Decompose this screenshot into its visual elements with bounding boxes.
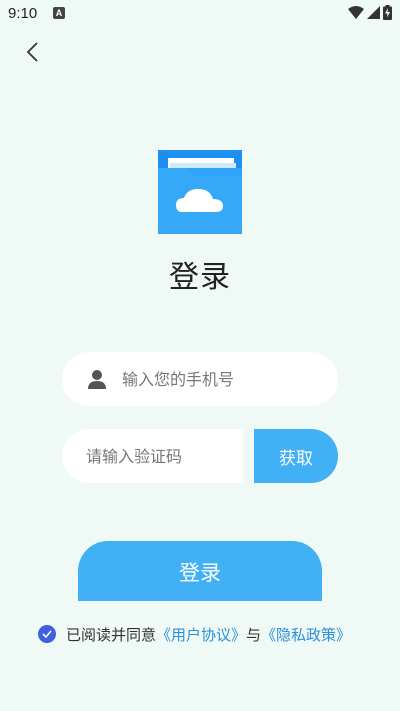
agreement-row: 已阅读并同意 《用户协议》 与 《隐私政策》	[38, 623, 351, 645]
person-icon	[86, 368, 108, 390]
back-button[interactable]	[18, 38, 46, 66]
folder-cloud-logo	[158, 150, 242, 234]
signal-icon	[367, 5, 380, 24]
user-agreement-link[interactable]: 《用户协议》	[156, 624, 246, 645]
back-arrow-icon	[26, 42, 38, 62]
status-icons	[348, 5, 392, 24]
agreement-checkbox[interactable]	[38, 625, 56, 643]
notification-a-icon: A	[53, 7, 65, 19]
agreement-prefix: 已阅读并同意	[66, 625, 157, 644]
phone-field[interactable]	[62, 352, 338, 406]
login-button[interactable]: 登录	[78, 541, 322, 601]
status-bar: 9:10 A	[0, 0, 400, 28]
agreement-conjunction: 与	[246, 625, 262, 644]
code-field[interactable]	[62, 429, 243, 483]
wifi-icon	[348, 5, 364, 24]
get-code-button[interactable]: 获取	[254, 429, 338, 483]
verification-code-row: 获取	[62, 429, 338, 483]
battery-icon	[383, 5, 392, 24]
code-input[interactable]	[84, 445, 238, 467]
app-logo	[158, 150, 242, 234]
privacy-policy-link[interactable]: 《隐私政策》	[261, 624, 351, 645]
phone-input[interactable]	[120, 368, 324, 390]
status-time: 9:10	[8, 5, 38, 22]
check-icon	[42, 630, 52, 638]
page-title: 登录	[169, 260, 231, 295]
